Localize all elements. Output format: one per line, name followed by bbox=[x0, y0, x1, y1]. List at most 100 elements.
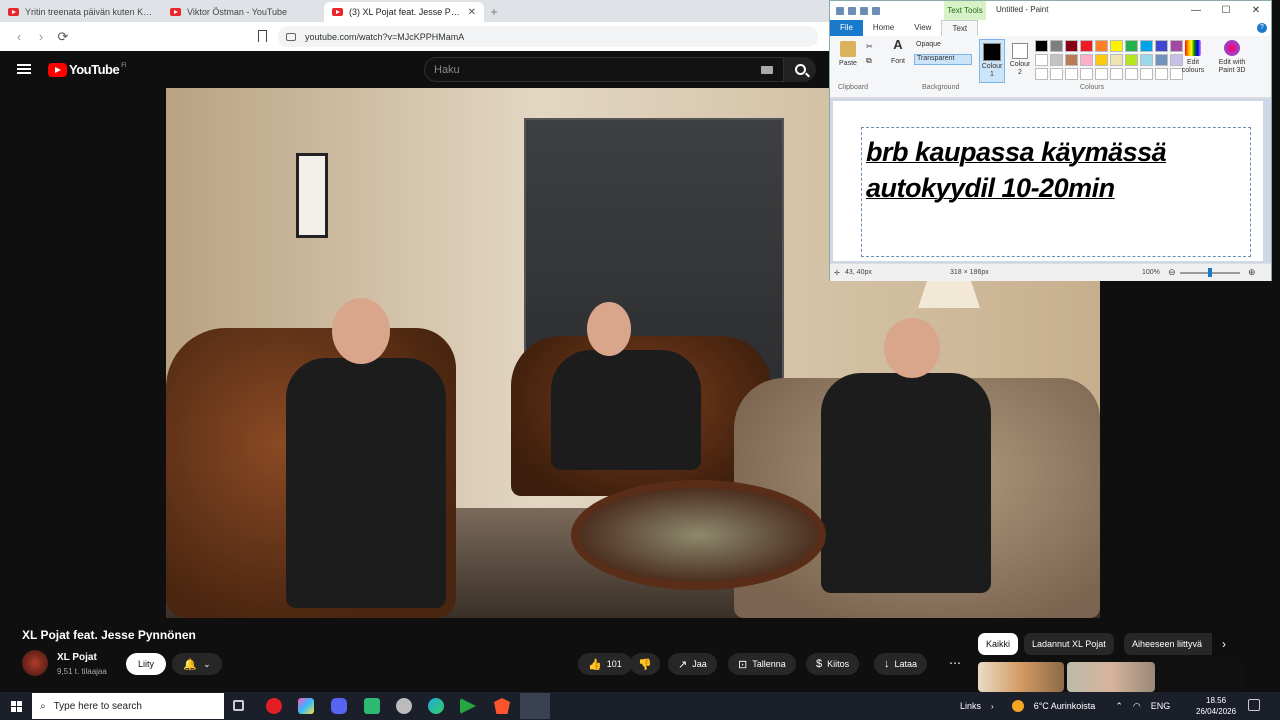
colour-swatch[interactable] bbox=[1035, 54, 1048, 66]
colour-swatch[interactable] bbox=[1125, 54, 1138, 66]
channel-avatar[interactable] bbox=[22, 650, 48, 676]
colour2-button[interactable]: Colour 2 bbox=[1008, 39, 1032, 77]
join-button[interactable]: Liity bbox=[126, 653, 166, 675]
taskbar-search[interactable]: ⌕ Type here to search bbox=[32, 693, 224, 719]
menu-icon[interactable] bbox=[17, 64, 31, 74]
app-icon[interactable] bbox=[396, 698, 412, 714]
browser-tab-active[interactable]: (3) XL Pojat feat. Jesse Pynnö ✕ bbox=[324, 2, 484, 22]
colour-swatch[interactable] bbox=[1110, 54, 1123, 66]
colour-swatch[interactable] bbox=[1155, 54, 1168, 66]
redo-icon[interactable] bbox=[872, 6, 880, 15]
colour-swatch[interactable] bbox=[1080, 54, 1093, 66]
custom-colour-slot[interactable] bbox=[1050, 68, 1063, 80]
more-actions-icon[interactable]: ⋯ bbox=[945, 653, 965, 675]
youtube-logo[interactable]: YouTube FI bbox=[48, 62, 127, 77]
cut-icon[interactable]: ✂ bbox=[866, 42, 873, 51]
search-button[interactable] bbox=[784, 57, 816, 82]
zoom-in-icon[interactable]: ⊕ bbox=[1248, 267, 1256, 278]
tab-home[interactable]: Home bbox=[863, 20, 904, 36]
edit-paint3d-button[interactable]: Edit with Paint 3D bbox=[1215, 40, 1249, 75]
close-icon[interactable]: ✕ bbox=[1241, 1, 1271, 20]
colour-swatch[interactable] bbox=[1155, 40, 1168, 52]
app-icon[interactable] bbox=[298, 698, 314, 714]
site-settings-icon[interactable] bbox=[286, 32, 296, 41]
app-icon[interactable] bbox=[364, 698, 380, 714]
share-button[interactable]: ↗ Jaa bbox=[668, 653, 717, 675]
download-button[interactable]: ↓ Lataa bbox=[874, 653, 928, 675]
chevron-right-icon[interactable]: › bbox=[1222, 637, 1226, 651]
edit-colours-button[interactable]: Edit colours bbox=[1179, 40, 1207, 75]
language-indicator[interactable]: ENG bbox=[1151, 701, 1171, 711]
save-button[interactable]: ⊡ Tallenna bbox=[728, 653, 796, 675]
back-icon[interactable]: ‹ bbox=[8, 29, 30, 44]
opaque-option[interactable]: Opaque bbox=[914, 41, 970, 51]
tab-view[interactable]: View bbox=[904, 20, 941, 36]
colour-swatch[interactable] bbox=[1125, 40, 1138, 52]
weather-text[interactable]: 6°C Aurinkoista bbox=[1034, 701, 1096, 711]
colour-swatch[interactable] bbox=[1140, 54, 1153, 66]
text-tools-context-tab[interactable]: Text Tools bbox=[944, 1, 986, 20]
wifi-icon[interactable]: ◠ bbox=[1133, 701, 1141, 712]
minimize-icon[interactable]: — bbox=[1181, 1, 1211, 20]
edge-icon[interactable] bbox=[428, 698, 444, 714]
chip-related[interactable]: Aiheeseen liittyvä bbox=[1124, 633, 1212, 655]
close-tab-icon[interactable]: ✕ bbox=[468, 7, 476, 18]
notifications-button[interactable]: 🔔 ⌄ bbox=[172, 653, 222, 675]
keyboard-icon[interactable] bbox=[761, 66, 773, 74]
clock[interactable]: 18.56 26/04/2026 bbox=[1196, 695, 1236, 717]
discord-icon[interactable] bbox=[331, 698, 347, 714]
browser-tab[interactable]: Yritin treenata päivän kuten Klebo - bbox=[0, 2, 162, 22]
font-button[interactable]: A Font bbox=[886, 38, 910, 66]
forward-icon[interactable]: › bbox=[30, 29, 52, 44]
colour-swatch[interactable] bbox=[1065, 40, 1078, 52]
channel-name[interactable]: XL Pojat bbox=[57, 652, 97, 663]
new-tab-button[interactable]: + bbox=[484, 2, 504, 22]
custom-colour-slot[interactable] bbox=[1140, 68, 1153, 80]
help-icon[interactable]: ? bbox=[1257, 23, 1267, 33]
custom-colour-slot[interactable] bbox=[1035, 68, 1048, 80]
paint-text-box[interactable]: brb kaupassa käymässä autokyydil 10-20mi… bbox=[861, 127, 1251, 257]
zoom-slider[interactable] bbox=[1180, 268, 1240, 277]
colour-swatch[interactable] bbox=[1095, 40, 1108, 52]
chip-uploaded-by[interactable]: Ladannut XL Pojat bbox=[1024, 633, 1114, 655]
undo-icon[interactable] bbox=[860, 6, 868, 15]
colour-swatch[interactable] bbox=[1140, 40, 1153, 52]
video-thumbnail[interactable] bbox=[1067, 662, 1155, 692]
colour-swatch[interactable] bbox=[1095, 54, 1108, 66]
custom-colour-slot[interactable] bbox=[1125, 68, 1138, 80]
url-input[interactable]: youtube.com/watch?v=MJcKPPHMamA bbox=[278, 26, 818, 47]
custom-colour-slot[interactable] bbox=[1110, 68, 1123, 80]
browser-tab[interactable]: Viktor Östman - YouTube bbox=[162, 2, 324, 22]
colour-swatch[interactable] bbox=[1080, 40, 1093, 52]
task-view-icon[interactable] bbox=[233, 700, 244, 711]
custom-colour-slot[interactable] bbox=[1065, 68, 1078, 80]
thanks-button[interactable]: $ Kiitos bbox=[806, 653, 860, 675]
custom-colour-slot[interactable] bbox=[1080, 68, 1093, 80]
app-icon[interactable] bbox=[460, 698, 476, 714]
brave-icon[interactable] bbox=[494, 698, 510, 714]
tab-file[interactable]: File bbox=[830, 20, 863, 36]
video-thumbnail[interactable] bbox=[1158, 662, 1244, 692]
paint-text[interactable]: brb kaupassa käymässä autokyydil 10-20mi… bbox=[866, 134, 1167, 206]
colour-swatch[interactable] bbox=[1050, 54, 1063, 66]
maximize-icon[interactable]: ☐ bbox=[1211, 1, 1241, 20]
custom-colour-slot[interactable] bbox=[1095, 68, 1108, 80]
transparent-option[interactable]: Transparent bbox=[914, 54, 972, 65]
colour-swatch[interactable] bbox=[1065, 54, 1078, 66]
notification-icon[interactable] bbox=[1248, 699, 1260, 711]
copy-icon[interactable]: ⧉ bbox=[866, 56, 872, 66]
opera-icon[interactable] bbox=[266, 698, 282, 714]
paint-taskbar-icon[interactable] bbox=[520, 693, 550, 719]
chip-all[interactable]: Kaikki bbox=[978, 633, 1019, 655]
save-icon[interactable] bbox=[848, 6, 856, 15]
weather-icon[interactable] bbox=[1011, 700, 1024, 712]
colour-swatch[interactable] bbox=[1035, 40, 1048, 52]
search-input[interactable]: Haku bbox=[424, 57, 784, 82]
start-button[interactable] bbox=[0, 692, 32, 720]
paint-canvas[interactable]: brb kaupassa käymässä autokyydil 10-20mi… bbox=[833, 101, 1263, 261]
zoom-slider-thumb[interactable] bbox=[1208, 268, 1212, 277]
like-button[interactable]: 👍 101 bbox=[578, 653, 632, 675]
colour1-button[interactable]: Colour 1 bbox=[979, 39, 1005, 83]
tab-text[interactable]: Text bbox=[941, 20, 979, 36]
dislike-button[interactable]: 👎 bbox=[630, 653, 660, 675]
